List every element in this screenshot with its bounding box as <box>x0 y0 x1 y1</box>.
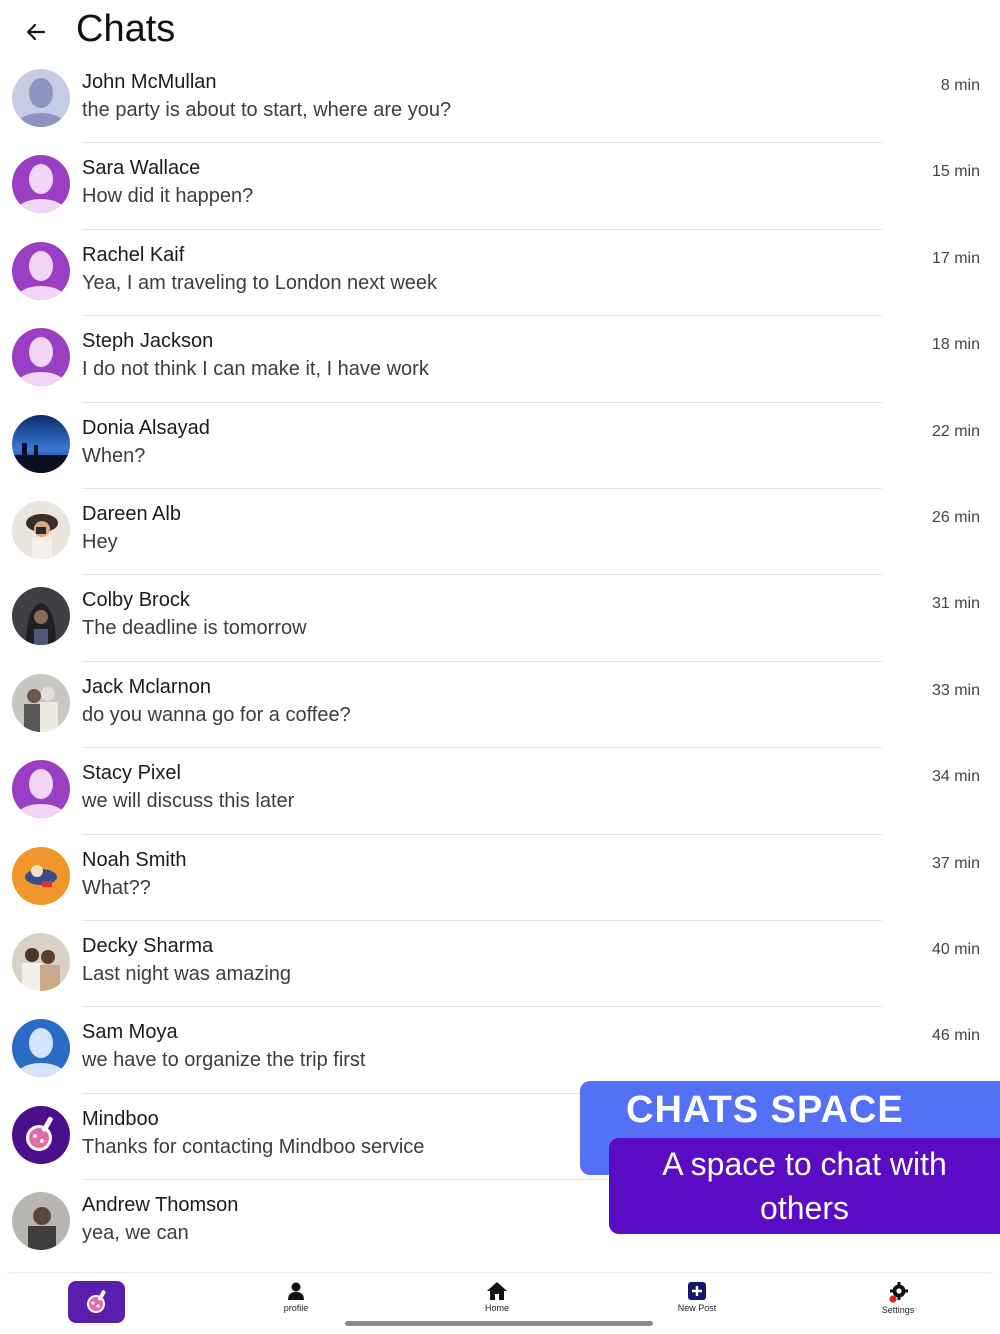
chat-time: 33 min <box>931 681 980 699</box>
top-bar: Chats <box>0 0 1000 64</box>
nav-label: Home <box>484 1303 509 1313</box>
chat-name: Dareen Alb <box>82 502 181 525</box>
avatar <box>12 932 70 991</box>
chat-name: Mindboo <box>82 1107 159 1130</box>
promo-subtitle: A space to chat with others <box>662 1146 947 1226</box>
avatar <box>12 673 70 732</box>
nav-label: Settings <box>881 1305 915 1315</box>
chat-time: 40 min <box>931 940 980 958</box>
chat-name: Andrew Thomson <box>82 1194 239 1217</box>
person-icon <box>288 1282 304 1300</box>
avatar <box>12 414 70 473</box>
chat-name: Donia Alsayad <box>82 416 210 439</box>
avatar <box>12 1105 70 1164</box>
chat-time: 8 min <box>940 77 980 94</box>
chat-time: 46 min <box>931 1027 980 1045</box>
plus-square-icon <box>688 1282 706 1300</box>
avatar <box>12 846 70 905</box>
chat-item[interactable]: Rachel Kaif Yea, I am traveling to Londo… <box>0 230 1000 317</box>
chat-time: 18 min <box>931 336 980 354</box>
avatar <box>12 760 70 819</box>
chat-name: Sara Wallace <box>82 157 201 180</box>
notification-dot <box>889 1295 897 1303</box>
chat-time: 22 min <box>931 422 980 440</box>
nav-app-button[interactable] <box>68 1281 125 1323</box>
home-icon <box>487 1282 507 1300</box>
chat-message: we will discuss this later <box>82 790 295 813</box>
mindboo-logo-icon <box>86 1290 105 1313</box>
gear-icon <box>889 1282 908 1303</box>
chat-message: When? <box>82 444 146 467</box>
nav-profile[interactable]: profile <box>256 1281 336 1331</box>
chat-message: do you wanna go for a coffee? <box>82 703 351 726</box>
chat-message: Last night was amazing <box>82 962 292 985</box>
chat-time: 17 min <box>931 249 980 267</box>
chat-item[interactable]: Noah Smith What?? 37 min <box>0 835 1000 921</box>
chat-time: 15 min <box>931 163 980 181</box>
nav-label: New Post <box>677 1303 717 1313</box>
avatar <box>12 328 70 387</box>
chat-name: Jack Mclarnon <box>82 675 211 698</box>
arrow-left-icon <box>26 23 46 41</box>
chat-name: John McMullan <box>82 71 217 93</box>
chat-name: Noah Smith <box>82 848 187 871</box>
avatar <box>12 241 70 300</box>
chat-time: 31 min <box>931 595 980 613</box>
chat-message: Yea, I am traveling to London next week <box>82 271 438 294</box>
chat-item[interactable]: Colby Brock The deadline is tomorrow 31 … <box>0 575 1000 662</box>
chat-message: we have to organize the trip first <box>82 1049 366 1072</box>
chat-message: Thanks for contacting Mindboo service <box>82 1135 425 1158</box>
chat-item[interactable]: Dareen Alb Hey 26 min <box>0 489 1000 576</box>
avatar <box>12 155 70 214</box>
nav-new-post[interactable]: New Post <box>657 1281 737 1331</box>
chat-message: yea, we can <box>82 1222 189 1245</box>
chat-item[interactable]: John McMullan the party is about to star… <box>0 57 1000 144</box>
home-indicator <box>345 1321 653 1326</box>
chat-message: How did it happen? <box>82 185 254 208</box>
avatar <box>12 500 70 559</box>
back-button[interactable] <box>18 14 54 50</box>
chat-item[interactable]: Jack Mclarnon do you wanna go for a coff… <box>0 662 1000 749</box>
chat-time: 37 min <box>931 854 980 872</box>
chat-name: Rachel Kaif <box>82 243 185 266</box>
chat-message: I do not think I can make it, I have wor… <box>82 358 429 381</box>
chat-message: the party is about to start, where are y… <box>82 99 452 121</box>
chat-item[interactable]: Decky Sharma Last night was amazing 40 m… <box>0 921 1000 1008</box>
chat-time: 34 min <box>931 768 980 786</box>
chat-item[interactable]: Stacy Pixel we will discuss this later 3… <box>0 748 1000 835</box>
chat-time: 26 min <box>931 508 980 526</box>
avatar <box>12 587 70 646</box>
promo-subtitle-box: A space to chat with others <box>609 1138 1000 1234</box>
chat-message: What?? <box>82 876 151 899</box>
promo-title: CHATS SPACE <box>626 1089 904 1131</box>
chat-name: Sam Moya <box>82 1021 178 1044</box>
avatar <box>12 1019 70 1078</box>
avatar <box>12 69 70 127</box>
chat-item[interactable]: Donia Alsayad When? 22 min <box>0 403 1000 489</box>
chat-name: Decky Sharma <box>82 934 214 957</box>
nav-label: profile <box>283 1303 309 1313</box>
nav-settings[interactable]: Settings <box>858 1281 938 1331</box>
chat-message: Hey <box>82 530 118 553</box>
chat-name: Steph Jackson <box>82 330 214 353</box>
chat-name: Stacy Pixel <box>82 762 181 785</box>
chat-name: Colby Brock <box>82 589 190 612</box>
page-title: Chats <box>76 8 176 50</box>
avatar <box>12 1192 70 1251</box>
chat-item[interactable]: Sara Wallace How did it happen? 15 min <box>0 143 1000 230</box>
promo-banner: CHATS SPACE A space to chat with others <box>580 1081 1000 1241</box>
chat-item[interactable]: Steph Jackson I do not think I can make … <box>0 316 1000 403</box>
chat-message: The deadline is tomorrow <box>82 617 307 640</box>
